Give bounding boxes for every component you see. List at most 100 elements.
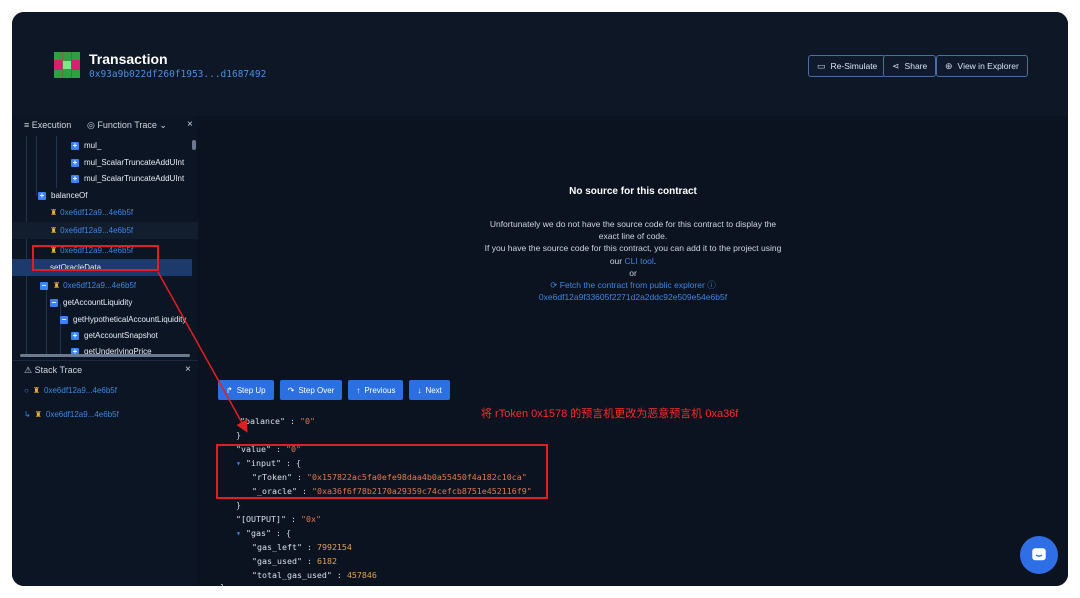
cli-tool-link[interactable]: CLI tool [625, 256, 654, 266]
tab-execution[interactable]: ≡ Execution [24, 120, 71, 130]
expand-icon[interactable]: + [71, 141, 79, 150]
source-panel: No source for this contract Unfortunatel… [198, 116, 1068, 586]
tree-item-label: balanceOf [51, 191, 88, 200]
tree-item-address: 0xe6df12a9...4e6b5f [60, 208, 134, 217]
code-line: } [220, 582, 225, 586]
transaction-hash[interactable]: 0x93a9b022df260f1953...d1687492 [89, 69, 266, 80]
expand-icon[interactable]: + [71, 331, 79, 340]
chat-icon [1032, 548, 1046, 561]
return-icon: ↳ [24, 410, 31, 419]
transaction-avatar-icon [54, 52, 80, 78]
collapse-icon[interactable]: − [60, 315, 68, 324]
stack-trace-item[interactable]: ○ ♜ 0xe6df12a9...4e6b5f [24, 386, 117, 395]
fetch-contract-link[interactable]: ⟳ Fetch the contract from public explore… [550, 280, 715, 290]
re-simulate-label: Re-Simulate [830, 61, 878, 71]
stack-trace-item[interactable]: ↳ ♜ 0xe6df12a9...4e6b5f [24, 410, 119, 419]
app-window: Transaction 0x93a9b022df260f1953...d1687… [12, 12, 1068, 586]
annotation-box-set-oracle-data [32, 245, 159, 271]
contract-icon: ♜ [53, 281, 61, 290]
json-value: 457846 [346, 570, 377, 580]
tree-item[interactable]: ♜ 0xe6df12a9...4e6b5f [50, 204, 133, 221]
previous-button[interactable]: ↑ Previous [348, 380, 404, 400]
close-icon[interactable]: × [187, 119, 193, 130]
stack-trace-address: 0xe6df12a9...4e6b5f [44, 386, 117, 395]
arrow-up-icon: ↑ [356, 385, 361, 395]
no-source-text-1: Unfortunately we do not have the source … [489, 219, 777, 242]
tree-item-label: mul_ [84, 141, 102, 150]
next-button[interactable]: ↓ Next [409, 380, 450, 400]
tab-function-trace[interactable]: ◎ Function Trace ⌄ [87, 120, 167, 131]
no-source-text-suffix: . [653, 255, 657, 266]
json-value: 7992154 [316, 542, 352, 552]
monitor-icon: ▭ [817, 60, 826, 71]
tree-item-label: mul_ScalarTruncateAddUInt [84, 174, 185, 183]
tree-item[interactable]: + balanceOf [38, 187, 87, 204]
tree-item-label: mul_ScalarTruncateAddUInt [84, 158, 185, 167]
stack-trace-header: ⚠ Stack Trace × [12, 360, 198, 378]
share-icon: ⋖ [892, 60, 900, 71]
tree-item[interactable]: + mul_ [71, 137, 101, 154]
list-icon: ≡ [24, 120, 30, 130]
collapse-triangle-icon[interactable]: ▾ [236, 528, 241, 538]
tree-item-address: 0xe6df12a9...4e6b5f [63, 281, 137, 290]
collapse-icon[interactable]: − [40, 281, 48, 290]
expand-icon[interactable]: + [71, 174, 79, 183]
re-simulate-button[interactable]: ▭ Re-Simulate [808, 55, 887, 77]
step-over-button[interactable]: ↷ Step Over [279, 380, 343, 400]
close-icon[interactable]: × [185, 364, 191, 375]
share-button[interactable]: ⋖ Share [883, 55, 937, 77]
trace-icon: ◎ [87, 120, 95, 130]
contract-icon: ♜ [32, 386, 41, 395]
annotation-box-input [216, 444, 548, 499]
circle-icon: ○ [24, 386, 29, 395]
globe-icon: ⊕ [945, 60, 953, 71]
warning-icon: ⚠ [24, 365, 33, 375]
json-key: "[OUTPUT]" [236, 514, 286, 524]
code-line: "gas_used" : 6182 [252, 556, 337, 566]
header: Transaction 0x93a9b022df260f1953...d1687… [12, 12, 1068, 116]
or-text: or [629, 267, 637, 278]
panel-tabs: ≡ Execution ◎ Function Trace ⌄ × [12, 116, 198, 136]
step-up-button[interactable]: ↱ Step Up [218, 380, 274, 400]
left-panel: ≡ Execution ◎ Function Trace ⌄ × + mul_ … [12, 116, 198, 586]
contract-icon: ♜ [34, 410, 42, 419]
tree-item[interactable]: − getAccountLiquidity [50, 294, 132, 311]
code-line: "gas_left" : 7992154 [252, 542, 352, 552]
tree-item[interactable]: + mul_ScalarTruncateAddUInt [71, 154, 184, 171]
tree-item[interactable]: + getAccountSnapshot [71, 327, 158, 344]
code-line: } [236, 430, 241, 440]
json-key: "total_gas_used" [252, 570, 332, 580]
json-key: "gas_used" [252, 556, 302, 566]
chevron-down-icon: ⌄ [159, 120, 167, 130]
contract-icon: ♜ [50, 226, 58, 235]
expand-icon[interactable]: + [38, 191, 46, 200]
json-key: "gas_left" [252, 542, 302, 552]
stack-trace-label: Stack Trace [34, 365, 83, 375]
no-source-title: No source for this contract [569, 186, 697, 197]
previous-label: Previous [364, 385, 396, 395]
tree-item[interactable]: − getHypotheticalAccountLiquidity [60, 311, 186, 328]
tree-item-label: getAccountLiquidity [63, 298, 133, 307]
call-data-viewer: "balance" : "0" } "value" : "0" ▾ "input… [198, 412, 1068, 586]
chat-support-button[interactable] [1020, 536, 1058, 574]
code-line[interactable]: ▾ "gas" : { [236, 528, 291, 538]
tree-scrollbar-vertical[interactable] [192, 140, 196, 150]
collapse-icon[interactable]: − [50, 298, 58, 307]
json-key: "gas" [246, 528, 271, 538]
tree-item[interactable]: − ♜ 0xe6df12a9...4e6b5f [40, 277, 136, 294]
view-in-explorer-button[interactable]: ⊕ View in Explorer [936, 55, 1028, 77]
annotation-text: 将 rToken 0x1578 的预言机更改为恶意预言机 0xa36f [481, 408, 739, 420]
tree-item[interactable]: ♜ 0xe6df12a9...4e6b5f [12, 222, 198, 239]
tab-function-trace-label: Function Trace [97, 120, 157, 130]
expand-icon[interactable]: + [71, 158, 79, 167]
stack-trace-title: ⚠ Stack Trace [24, 365, 82, 376]
tree-item-label: getHypotheticalAccountLiquidity [73, 315, 187, 324]
step-over-icon: ↷ [287, 385, 295, 395]
step-up-label: Step Up [236, 385, 266, 395]
code-line: "[OUTPUT]" : "0x" [236, 514, 321, 524]
tree-scrollbar-horizontal[interactable] [20, 354, 190, 357]
tree-item[interactable]: + mul_ScalarTruncateAddUInt [71, 170, 184, 187]
contract-address-link[interactable]: 0xe6df12a9f33605f2271d2a2ddc92e509e54e6b… [539, 292, 727, 302]
json-value: 6182 [316, 556, 337, 566]
code-line: "balance" : "0" [240, 416, 315, 426]
